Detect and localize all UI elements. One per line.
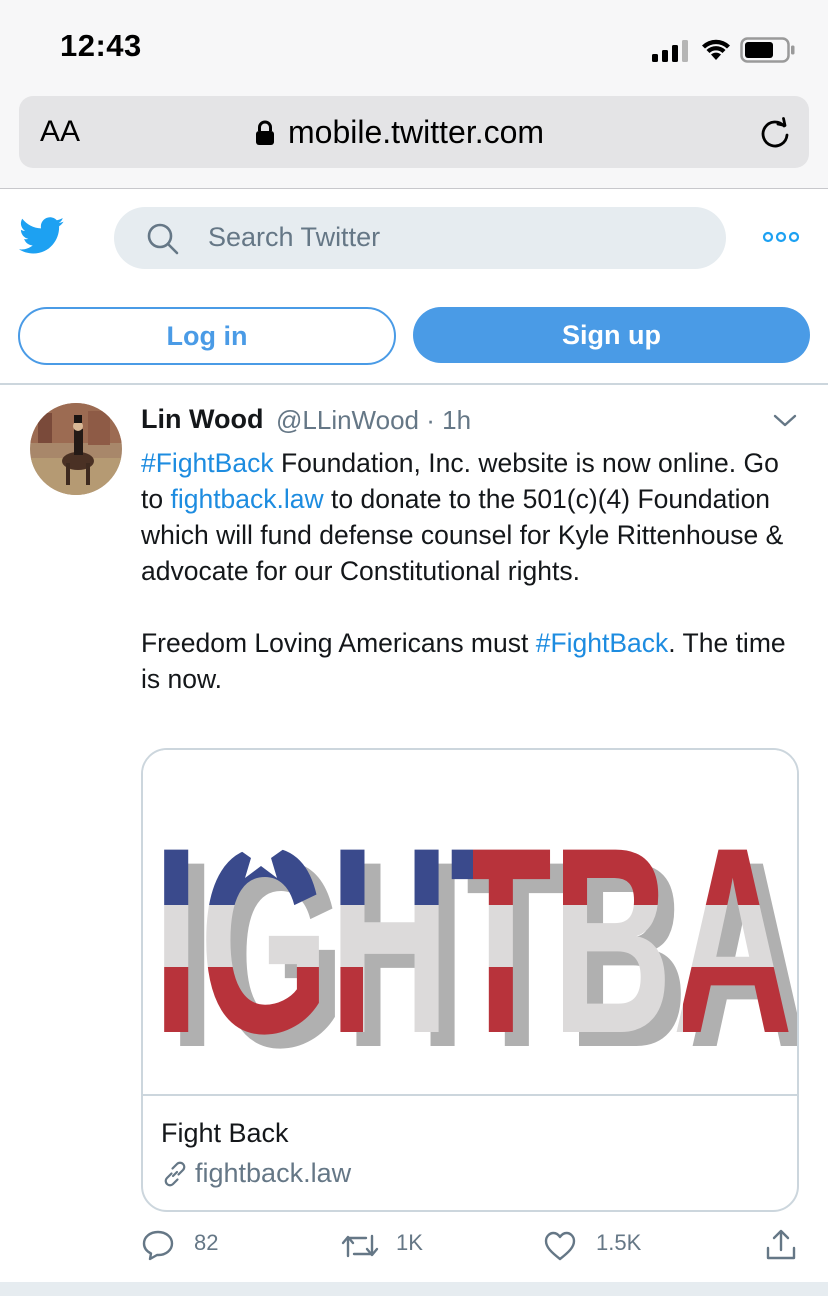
hashtag-link[interactable]: #FightBack <box>536 628 669 658</box>
search-icon <box>147 223 179 255</box>
more-options-icon[interactable] <box>762 231 800 243</box>
status-time: 12:43 <box>60 28 142 63</box>
tweet-paragraph: Freedom Loving Americans must #FightBack… <box>141 625 801 697</box>
cellular-signal-icon <box>652 40 688 62</box>
battery-icon <box>740 37 795 63</box>
wifi-icon <box>702 39 730 60</box>
url-text[interactable]: mobile.twitter.com <box>288 114 544 151</box>
reply-count: 82 <box>194 1230 219 1255</box>
twitter-logo-icon[interactable] <box>19 217 65 255</box>
card-title: Fight Back <box>161 1118 289 1148</box>
avatar[interactable] <box>30 403 122 495</box>
hashtag-link[interactable]: #FightBack <box>141 448 274 478</box>
author-name[interactable]: Lin Wood <box>141 404 263 435</box>
heart-icon[interactable] <box>543 1230 577 1262</box>
tweet-text: #FightBack Foundation, Inc. website is n… <box>141 445 801 697</box>
tweet-paragraph: #FightBack Foundation, Inc. website is n… <box>141 445 801 589</box>
text-size-button[interactable]: AA <box>40 115 80 149</box>
link-card[interactable]: IGHTBA IGHTBA Fight Back fightback.law <box>141 748 799 1212</box>
search-input[interactable] <box>114 207 726 269</box>
bottom-divider <box>0 1282 828 1296</box>
card-domain: fightback.law <box>195 1158 352 1188</box>
reload-icon[interactable] <box>758 116 792 152</box>
url-link[interactable]: fightback.law <box>170 484 323 514</box>
link-icon <box>164 1161 186 1187</box>
chevron-down-icon[interactable] <box>773 413 797 429</box>
signup-button[interactable]: Sign up <box>413 307 810 363</box>
retweet-icon[interactable] <box>340 1232 380 1260</box>
search-placeholder: Search Twitter <box>208 222 381 252</box>
header-divider <box>0 383 828 385</box>
lock-icon <box>256 120 274 145</box>
share-icon[interactable] <box>764 1228 798 1262</box>
retweet-count: 1K <box>396 1230 423 1255</box>
login-button[interactable]: Log in <box>18 307 396 365</box>
tweet-text-span: Freedom Loving Americans must <box>141 628 536 658</box>
author-handle-time[interactable]: @LLinWood · 1h <box>276 405 471 436</box>
card-image: IGHTBA IGHTBA <box>143 750 797 1103</box>
like-count: 1.5K <box>596 1230 642 1255</box>
reply-icon[interactable] <box>141 1229 175 1261</box>
